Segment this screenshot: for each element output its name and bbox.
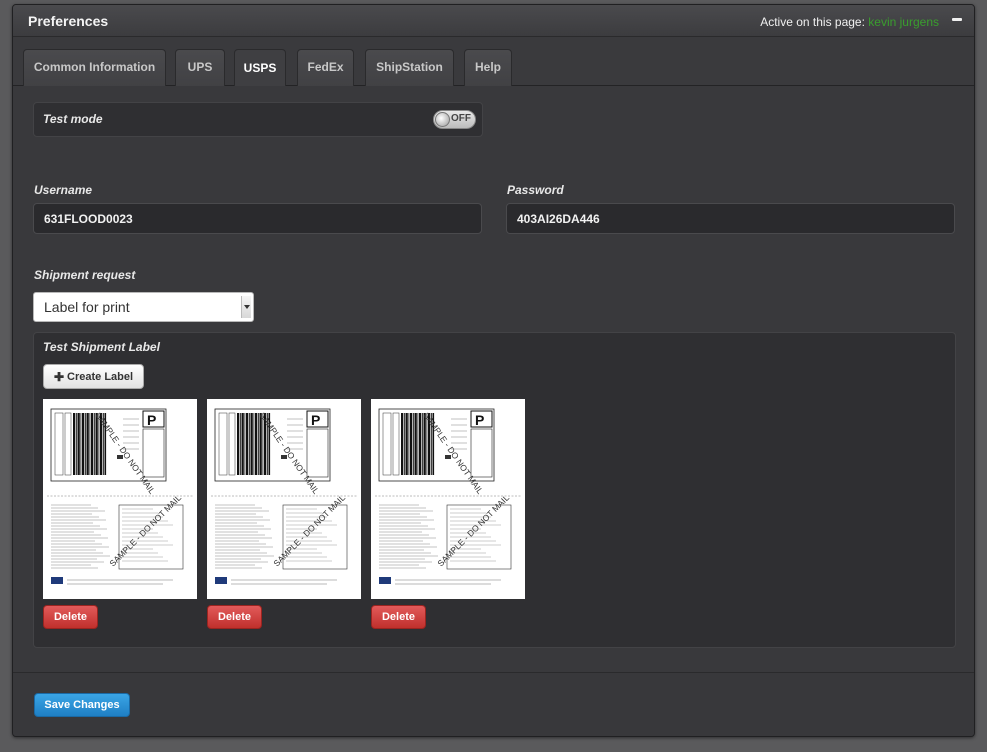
label-preview-image: PSAMPLE - DO NOT MAILSAMPLE - DO NOT MAI… (375, 408, 521, 585)
usps-settings: Test mode OFF Username 631FLOOD0023 Pass… (13, 86, 974, 673)
toggle-knob (435, 112, 450, 127)
label-thumbnail[interactable]: P SAMPLE - DO NOT MAIL SAMPLE - DO NOT MAI… (371, 399, 525, 599)
create-label-text: Create Label (67, 370, 134, 383)
test-shipment-label-box: Test Shipment Label ✚ Create Label P SAMP… (33, 332, 956, 648)
footer: Save Changes (13, 673, 974, 736)
tab-common-information[interactable]: Common Information (23, 49, 166, 86)
preferences-panel: Preferences Active on this page: kevin j… (12, 4, 975, 737)
shipment-request-value: Label for print (44, 299, 130, 315)
page-title: Preferences (28, 13, 109, 29)
tab-bar: Common Information UPS USPS FedEx ShipSt… (13, 37, 974, 87)
panel-header: Preferences Active on this page: kevin j… (13, 5, 974, 37)
shipment-request-select[interactable]: Label for print (33, 292, 254, 322)
label-thumbnail[interactable]: P SAMPLE - DO NOT MAIL SAMPLE - DO NOT MAI… (43, 399, 197, 599)
tab-help[interactable]: Help (464, 49, 512, 86)
username-label: Username (34, 183, 93, 197)
delete-button[interactable]: Delete (207, 605, 262, 629)
test-mode-row: Test mode OFF (33, 102, 483, 137)
toggle-state: OFF (451, 113, 471, 124)
active-user-link[interactable]: kevin jurgens (868, 15, 939, 29)
svg-text:P: P (147, 412, 156, 428)
minus-icon[interactable] (952, 18, 962, 21)
save-changes-button[interactable]: Save Changes (34, 693, 130, 717)
label-preview-image: PSAMPLE - DO NOT MAILSAMPLE - DO NOT MAI… (211, 408, 357, 585)
test-shipment-label-title: Test Shipment Label (43, 340, 160, 354)
label-thumbnail[interactable]: P SAMPLE - DO NOT MAIL SAMPLE - DO NOT MAI… (207, 399, 361, 599)
test-mode-toggle[interactable]: OFF (433, 110, 476, 129)
plus-icon: ✚ (53, 369, 65, 384)
label-preview-image: PSAMPLE - DO NOT MAILSAMPLE - DO NOT MAI… (47, 408, 193, 585)
tab-shipstation[interactable]: ShipStation (365, 49, 454, 86)
password-field[interactable]: 403AI26DA446 (506, 203, 955, 234)
tab-ups[interactable]: UPS (175, 49, 225, 86)
tab-usps[interactable]: USPS (234, 49, 286, 87)
password-label: Password (507, 183, 564, 197)
shipment-request-label: Shipment request (34, 268, 136, 282)
chevron-down-icon (241, 296, 251, 318)
active-users: Active on this page: kevin jurgens (760, 15, 939, 29)
svg-text:P: P (475, 412, 484, 428)
tab-fedex[interactable]: FedEx (297, 49, 354, 86)
delete-button[interactable]: Delete (43, 605, 98, 629)
delete-button[interactable]: Delete (371, 605, 426, 629)
create-label-button[interactable]: ✚ Create Label (43, 364, 144, 389)
svg-text:P: P (311, 412, 320, 428)
test-mode-label: Test mode (43, 112, 103, 126)
active-label: Active on this page: (760, 15, 865, 29)
username-field[interactable]: 631FLOOD0023 (33, 203, 482, 234)
